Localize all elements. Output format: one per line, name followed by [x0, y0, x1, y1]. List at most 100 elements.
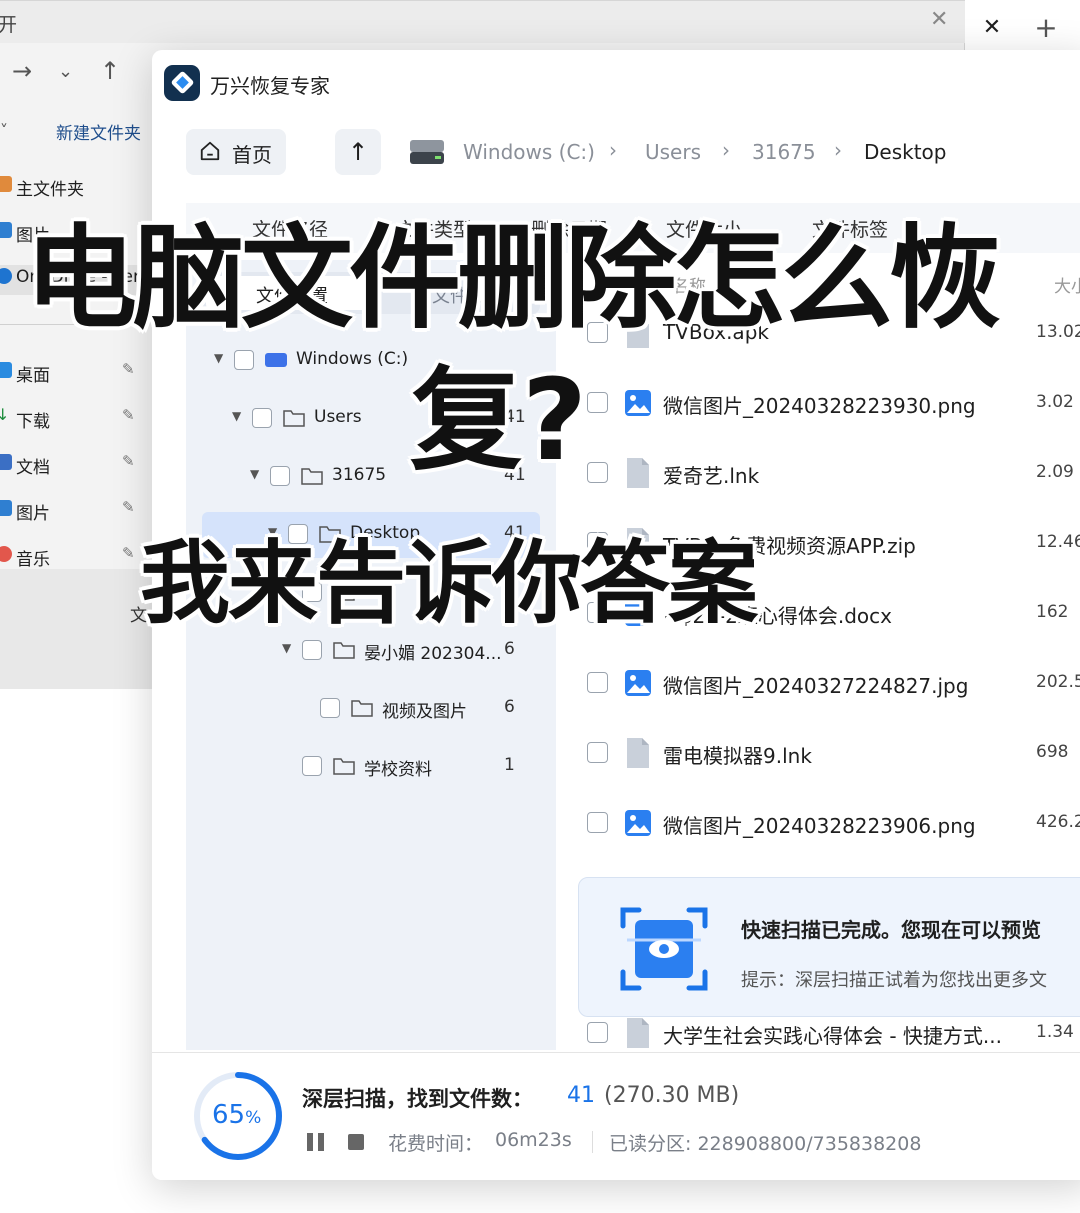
sidebar-item-desktop[interactable]: 桌面 ✎ [0, 359, 145, 389]
file-size: 2.09 [1036, 462, 1074, 482]
drive-icon [265, 353, 287, 367]
up-directory-button[interactable]: ↑ [335, 129, 381, 175]
file-row[interactable]: 微信图片_20240328223906.png 426.2 [572, 792, 1080, 852]
file-size: 202.5 [1036, 672, 1080, 692]
file-checkbox[interactable] [587, 462, 608, 483]
breadcrumb-drive[interactable]: Windows (C:) [463, 140, 595, 164]
chevron-down-icon[interactable]: ▼ [214, 351, 223, 365]
pin-icon[interactable]: ✎ [122, 406, 135, 424]
sidebar-item-documents[interactable]: 文档 ✎ [0, 451, 145, 481]
file-size: 162 [1036, 602, 1069, 622]
chevron-down-icon[interactable]: ▼ [250, 467, 259, 481]
stop-button[interactable] [348, 1134, 364, 1150]
up-arrow-icon[interactable]: ↑ [100, 57, 120, 85]
column-size-header[interactable]: 大小 [1054, 272, 1080, 297]
found-size: (270.30 MB) [604, 1083, 740, 1108]
explorer-status-area [0, 569, 152, 689]
tree-checkbox[interactable] [252, 408, 272, 428]
sidebar-item-label: 桌面 [16, 366, 50, 386]
home-icon [200, 141, 220, 161]
toast-hint: 提示：深层扫描正试着为您找出更多文 [741, 970, 1047, 991]
file-checkbox[interactable] [587, 742, 608, 763]
scan-status-bar: 65% 深层扫描，找到文件数： 41 (270.30 MB) 花费时间： 06m… [152, 1052, 1080, 1180]
chevron-down-icon[interactable]: ⌄ [58, 61, 73, 82]
pin-icon[interactable]: ✎ [122, 360, 135, 378]
chevron-down-icon[interactable]: ▼ [282, 641, 291, 655]
close-icon[interactable]: ✕ [930, 7, 948, 32]
tree-checkbox[interactable] [302, 640, 322, 660]
file-icon [627, 1018, 649, 1048]
file-checkbox[interactable] [587, 392, 608, 413]
progress-percentage: 65% [212, 1100, 261, 1130]
desktop-icon [0, 362, 12, 378]
file-icon [627, 458, 649, 488]
sidebar-item-label: 文档 [16, 458, 50, 478]
tree-item-name: 学校资料 [364, 760, 432, 780]
home-label: 首页 [232, 143, 272, 167]
screenshot-root: 开 ✕ → ⌄ ↑ ˅ 新建文件夹 主文件夹 图片 OneDrive - Per… [0, 0, 1080, 1213]
tree-item-name: Users [314, 407, 362, 427]
file-checkbox[interactable] [587, 672, 608, 693]
sidebar-item-label: 音乐 [16, 550, 50, 570]
tree-checkbox[interactable] [270, 466, 290, 486]
file-checkbox[interactable] [587, 812, 608, 833]
tree-item-count: 1 [504, 755, 515, 775]
pin-icon[interactable]: ✎ [122, 452, 135, 470]
toast-title: 快速扫描已完成。您现在可以预览 [741, 918, 1041, 942]
pause-button[interactable] [307, 1133, 327, 1151]
chevron-down-icon[interactable]: ▼ [232, 409, 241, 423]
explorer-tab-title[interactable]: 开 [0, 10, 17, 37]
new-tab-button[interactable]: + [1022, 6, 1070, 50]
folder-icon [351, 700, 373, 717]
app-logo-icon [164, 65, 200, 101]
progress-number: 65 [212, 1100, 246, 1130]
image-file-icon [625, 390, 651, 416]
forward-arrow-icon[interactable]: → [12, 57, 32, 85]
new-folder-label: 新建文件夹 [56, 124, 141, 144]
breadcrumb-desktop[interactable]: Desktop [864, 140, 946, 164]
pictures-icon [0, 222, 12, 238]
file-name: 雷电模拟器9.lnk [663, 744, 812, 768]
file-row[interactable]: 爱奇艺.lnk 2.09 [572, 442, 1080, 502]
file-checkbox[interactable] [587, 1022, 608, 1043]
close-tab-button[interactable]: ✕ [968, 6, 1016, 50]
chevron-right-icon: › [722, 138, 730, 162]
headline-line-2: 复? [410, 356, 587, 486]
tree-checkbox[interactable] [320, 698, 340, 718]
documents-icon [0, 454, 12, 470]
file-name: 大学生社会实践心得体会 - 快捷方式... [663, 1024, 1003, 1048]
file-size: 12.46 [1036, 532, 1080, 552]
sidebar-item-label: 图片 [16, 504, 50, 524]
file-row[interactable]: 微信图片_20240328223930.png 3.02 [572, 372, 1080, 432]
pin-icon[interactable]: ✎ [122, 544, 135, 562]
found-file-count: 41 [567, 1083, 595, 1108]
breadcrumb-user-folder[interactable]: 31675 [752, 140, 816, 164]
chevron-right-icon: › [609, 138, 617, 162]
home-icon [0, 176, 12, 192]
chevron-right-icon: › [834, 138, 842, 162]
tree-checkbox[interactable] [302, 756, 322, 776]
headline-line-1: 电脑文件删除怎么恢 [25, 214, 1001, 344]
tree-row-videos[interactable]: 视频及图片 6 [186, 686, 556, 732]
sidebar-item-label: 下载 [16, 412, 50, 432]
file-row[interactable]: 微信图片_20240327224827.jpg 202.5 [572, 652, 1080, 712]
tree-item-count: 6 [504, 639, 515, 659]
sidebar-item-pictures[interactable]: 图片 ✎ [0, 497, 145, 527]
elapsed-time-label: 花费时间： [388, 1133, 484, 1155]
breadcrumb-users[interactable]: Users [645, 140, 701, 164]
home-button[interactable]: 首页 [186, 129, 286, 175]
tree-row-school[interactable]: 学校资料 1 [186, 744, 556, 790]
folder-icon [333, 758, 355, 775]
tree-item-name: 晏小媚 202304... [364, 644, 502, 664]
tree-checkbox[interactable] [234, 350, 254, 370]
sidebar-item-downloads[interactable]: ↓ 下载 ✎ [0, 405, 145, 435]
file-row[interactable]: 雷电模拟器9.lnk 698 [572, 722, 1080, 782]
tree-item-name: 31675 [332, 465, 387, 485]
tree-item-name: 视频及图片 [382, 702, 467, 722]
explorer-tab-bar: 开 ✕ [0, 1, 965, 43]
pin-icon[interactable]: ✎ [122, 498, 135, 516]
file-name: 微信图片_20240328223906.png [663, 814, 976, 838]
app-title: 万兴恢复专家 [210, 74, 330, 98]
folder-icon [301, 468, 323, 485]
progress-unit: % [245, 1108, 262, 1128]
